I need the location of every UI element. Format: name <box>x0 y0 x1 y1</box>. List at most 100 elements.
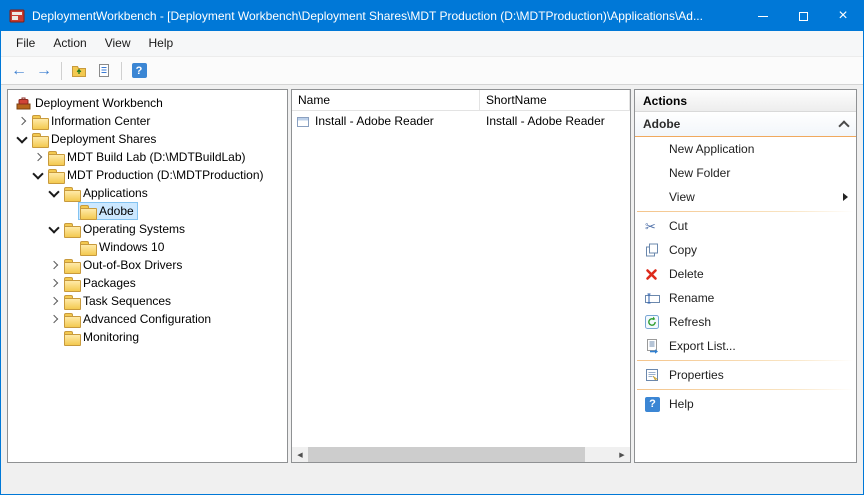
folder-icon <box>64 277 79 290</box>
tree-item-monitoring[interactable]: Monitoring <box>8 328 287 346</box>
help-icon <box>132 63 147 78</box>
chevron-none <box>62 203 78 219</box>
tree-item-advanced-configuration[interactable]: Advanced Configuration <box>8 310 287 328</box>
action-label: Copy <box>669 243 697 257</box>
help-button[interactable] <box>128 60 150 82</box>
chevron-none <box>46 329 62 345</box>
action-properties[interactable]: Properties <box>635 363 856 387</box>
chevron-down-icon[interactable] <box>14 131 30 147</box>
forward-icon: → <box>36 61 52 81</box>
action-help[interactable]: Help <box>635 392 856 416</box>
application-icon <box>296 114 310 128</box>
action-label: Help <box>669 397 694 411</box>
export-list-icon <box>96 63 112 79</box>
chevron-right-icon[interactable] <box>14 113 30 129</box>
results-pane: Name ShortName Install - Adobe Reader In… <box>291 89 631 463</box>
action-delete[interactable]: Delete <box>635 262 856 286</box>
actions-group-separator <box>637 360 854 361</box>
actions-section-adobe[interactable]: Adobe <box>635 112 856 137</box>
scroll-right-arrow[interactable]: ▶ <box>614 447 630 462</box>
folder-icon <box>64 331 79 344</box>
minimize-button[interactable] <box>743 1 783 31</box>
menu-action[interactable]: Action <box>44 31 95 56</box>
column-header-shortname[interactable]: ShortName <box>480 90 630 110</box>
close-button[interactable] <box>823 1 863 31</box>
deployment-workbench-window: DeploymentWorkbench - [Deployment Workbe… <box>0 0 864 495</box>
title-bar[interactable]: DeploymentWorkbench - [Deployment Workbe… <box>1 1 863 31</box>
action-copy[interactable]: Copy <box>635 238 856 262</box>
folder-icon <box>80 205 95 218</box>
column-header-name[interactable]: Name <box>292 90 480 110</box>
chevron-down-icon[interactable] <box>30 167 46 183</box>
tree-item-mdt-build-lab[interactable]: MDT Build Lab (D:\MDTBuildLab) <box>8 148 287 166</box>
tree-item-label: Operating Systems <box>83 222 185 236</box>
copy-icon <box>645 243 659 257</box>
action-cut[interactable]: ✂ Cut <box>635 214 856 238</box>
folder-icon <box>32 133 47 146</box>
collapse-section-icon[interactable] <box>838 120 849 131</box>
menu-help[interactable]: Help <box>140 31 183 56</box>
list-header: Name ShortName <box>292 90 630 111</box>
chevron-down-icon[interactable] <box>46 185 62 201</box>
action-label: Cut <box>669 219 688 233</box>
tree-item-packages[interactable]: Packages <box>8 274 287 292</box>
action-export-list[interactable]: Export List... <box>635 334 856 358</box>
tree-item-windows-10[interactable]: Windows 10 <box>8 238 287 256</box>
folder-icon <box>64 223 79 236</box>
tree-item-deployment-shares[interactable]: Deployment Shares <box>8 130 287 148</box>
tree-item-adobe[interactable]: Adobe <box>8 202 287 220</box>
cut-icon: ✂ <box>645 220 656 233</box>
tree-item-applications[interactable]: Applications <box>8 184 287 202</box>
tree-item-label: Adobe <box>99 204 134 218</box>
up-one-level-button[interactable] <box>68 60 90 82</box>
tree-item-out-of-box-drivers[interactable]: Out-of-Box Drivers <box>8 256 287 274</box>
maximize-button[interactable] <box>783 1 823 31</box>
chevron-none <box>62 239 78 255</box>
scroll-left-arrow[interactable]: ◀ <box>292 447 308 462</box>
tree-item-task-sequences[interactable]: Task Sequences <box>8 292 287 310</box>
main-area: Deployment Workbench Information Center … <box>1 85 863 463</box>
action-view[interactable]: View <box>635 185 856 209</box>
tree-item-label: MDT Production (D:\MDTProduction) <box>67 168 264 182</box>
rename-icon <box>645 292 660 305</box>
tree-item-mdt-production[interactable]: MDT Production (D:\MDTProduction) <box>8 166 287 184</box>
action-new-folder[interactable]: New Folder <box>635 161 856 185</box>
help-icon <box>645 397 660 412</box>
window-title: DeploymentWorkbench - [Deployment Workbe… <box>32 9 743 23</box>
list-body: Install - Adobe Reader Install - Adobe R… <box>292 111 630 447</box>
close-icon <box>838 8 847 24</box>
export-list-icon <box>645 339 660 354</box>
action-rename[interactable]: Rename <box>635 286 856 310</box>
chevron-right-icon[interactable] <box>30 149 46 165</box>
folder-icon <box>64 259 79 272</box>
scrollbar-thumb[interactable] <box>308 447 585 462</box>
chevron-down-icon[interactable] <box>46 221 62 237</box>
action-label: New Application <box>669 142 754 156</box>
submenu-arrow-icon <box>843 193 848 201</box>
tree-item-deployment-workbench[interactable]: Deployment Workbench <box>8 94 287 112</box>
action-label: New Folder <box>669 166 730 180</box>
actions-pane-title: Actions <box>635 90 856 112</box>
forward-button[interactable]: → <box>33 60 55 82</box>
folder-icon <box>64 295 79 308</box>
menu-view[interactable]: View <box>96 31 140 56</box>
menu-file[interactable]: File <box>7 31 44 56</box>
action-refresh[interactable]: Refresh <box>635 310 856 334</box>
list-item-install-adobe-reader[interactable]: Install - Adobe Reader Install - Adobe R… <box>292 111 630 130</box>
chevron-right-icon[interactable] <box>46 311 62 327</box>
toolbar: ← → <box>1 57 863 85</box>
minimize-icon <box>758 16 768 17</box>
horizontal-scrollbar[interactable]: ◀ ▶ <box>292 447 630 462</box>
actions-group-separator <box>637 211 854 212</box>
chevron-right-icon[interactable] <box>46 257 62 273</box>
tree-item-operating-systems[interactable]: Operating Systems <box>8 220 287 238</box>
chevron-right-icon[interactable] <box>46 275 62 291</box>
up-one-level-icon <box>71 63 87 78</box>
chevron-right-icon[interactable] <box>46 293 62 309</box>
folder-icon <box>48 169 63 182</box>
refresh-icon <box>645 315 659 329</box>
back-button[interactable]: ← <box>8 60 30 82</box>
export-list-button[interactable] <box>93 60 115 82</box>
action-new-application[interactable]: New Application <box>635 137 856 161</box>
tree-item-information-center[interactable]: Information Center <box>8 112 287 130</box>
